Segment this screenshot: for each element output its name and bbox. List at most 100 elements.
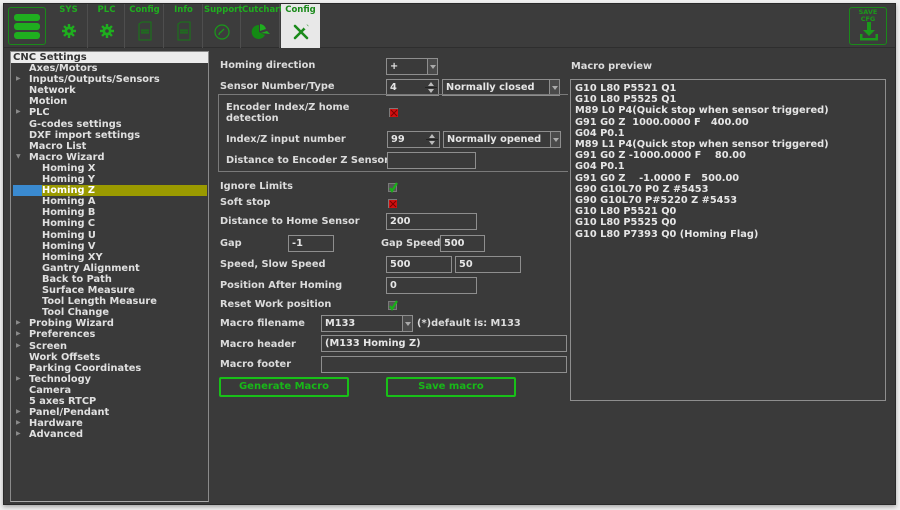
sensor-label: Sensor Number/Type [220, 81, 335, 92]
tab-plc[interactable]: PLC [89, 4, 125, 48]
macro-preview-title: Macro preview [571, 61, 653, 72]
tree-item[interactable]: Camera [29, 385, 71, 396]
sd-card-icon [138, 21, 152, 44]
tab-label: PLC [97, 5, 116, 15]
tab-label: Config [285, 5, 316, 15]
tree-item[interactable]: DXF import settings [29, 130, 140, 141]
tree-item[interactable]: Macro Wizard [29, 152, 104, 163]
chevron-down-icon [549, 80, 559, 95]
tree-item[interactable]: Surface Measure [42, 285, 135, 296]
tree-item[interactable]: Homing X [42, 163, 95, 174]
tree-item[interactable]: Homing C [42, 218, 95, 229]
save-cfg-label: SAVE CFG [858, 8, 878, 23]
tree-item[interactable]: PLC [29, 107, 50, 118]
expand-arrow-right-icon[interactable]: ▶ [16, 319, 21, 326]
tree-header[interactable]: CNC Settings [11, 52, 208, 63]
slow-speed-input[interactable]: 50 [455, 256, 521, 273]
preview-line: G10 L80 P5521 Q1 [575, 83, 677, 94]
tree-item[interactable]: Back to Path [42, 274, 112, 285]
preview-line: G91 G0 Z -1000.0000 F 80.00 [575, 150, 746, 162]
tree-item[interactable]: Homing V [42, 241, 95, 252]
tree-item[interactable]: Technology [29, 374, 91, 385]
distance-encoder-label: Distance to Encoder Z Sensor [226, 155, 389, 166]
expand-arrow-right-icon[interactable]: ▶ [16, 408, 21, 415]
tab-support[interactable]: Support [204, 4, 242, 48]
sensor-number-value: 4 [390, 82, 397, 93]
tree-item[interactable]: Probing Wizard [29, 318, 114, 329]
macro-footer-label: Macro footer [220, 359, 292, 370]
tab-info[interactable]: Info [165, 4, 203, 48]
tree-item[interactable]: Hardware [29, 418, 83, 429]
tree-item[interactable]: Axes/Motors [29, 63, 98, 74]
tree-item[interactable]: Homing Y [42, 174, 95, 185]
encoder-index-label: Encoder Index/Z home detection [226, 102, 350, 124]
tree-item[interactable]: Gantry Alignment [42, 263, 140, 274]
tree-item[interactable]: Motion [29, 96, 67, 107]
soft-stop-checkbox[interactable] [388, 199, 397, 208]
reset-work-checkbox[interactable] [388, 300, 398, 311]
position-after-input[interactable]: 0 [386, 277, 477, 294]
settings-tree[interactable]: CNC Settings Axes/Motors ▶ Inputs/Outputs/… [10, 51, 209, 502]
tree-item[interactable]: Macro List [29, 141, 86, 152]
macro-preview-textarea[interactable]: G10 L80 P5521 Q1 G10 L80 P5525 Q1 M89 L0 P… [570, 79, 886, 401]
gap-input[interactable]: -1 [288, 235, 334, 252]
tree-item[interactable]: G-codes settings [29, 119, 122, 130]
spinner-arrows-icon[interactable] [424, 80, 438, 95]
tab-label: Cutchart [242, 5, 284, 15]
tree-item[interactable]: Homing Z [42, 185, 95, 196]
macro-footer-input[interactable] [321, 356, 567, 373]
tab-label: Config [129, 5, 160, 15]
tab-config-card[interactable]: Config [126, 4, 164, 48]
sensor-type-value: Normally closed [446, 82, 535, 93]
spinner-arrows-icon[interactable] [425, 132, 439, 147]
top-toolbar: SYS PLC Config Info Support Cutchart Con… [4, 4, 895, 48]
preview-line: G10 L80 P5525 Q1 [575, 94, 677, 106]
expand-arrow-right-icon[interactable]: ▶ [16, 108, 21, 115]
tree-item[interactable]: Homing XY [42, 252, 103, 263]
tree-item[interactable]: Tool Change [42, 307, 109, 318]
pie-chart-icon [251, 24, 271, 43]
chevron-down-icon [427, 59, 437, 74]
encoder-group: Encoder Index/Z home detection Index/Z in… [218, 94, 568, 172]
tab-sys[interactable]: SYS [50, 4, 88, 48]
macro-header-input[interactable]: (M133 Homing Z) [321, 335, 567, 352]
tree-item[interactable]: Preferences [29, 329, 95, 340]
macro-filename-value: M133 [325, 318, 356, 329]
save-config-button[interactable]: SAVE CFG [849, 7, 887, 45]
tree-item[interactable]: 5 axes RTCP [29, 396, 96, 407]
macro-filename-combo[interactable]: M133 [321, 315, 413, 332]
encoder-index-checkbox[interactable] [389, 108, 398, 117]
expand-arrow-right-icon[interactable]: ▶ [16, 330, 21, 337]
tab-config-active[interactable]: Config [281, 4, 320, 48]
tree-item[interactable]: Network [29, 85, 76, 96]
tree-item[interactable]: Parking Coordinates [29, 363, 141, 374]
expand-arrow-right-icon[interactable]: ▶ [16, 430, 21, 437]
gap-speed-input[interactable]: 500 [440, 235, 485, 252]
tools-icon [293, 24, 309, 43]
tree-item[interactable]: Work Offsets [29, 352, 100, 363]
expand-arrow-right-icon[interactable]: ▶ [16, 75, 21, 82]
tree-item[interactable]: Advanced [29, 429, 83, 440]
tree-item[interactable]: Homing A [42, 196, 95, 207]
tree-item[interactable]: Screen [29, 341, 67, 352]
tree-item[interactable]: Inputs/Outputs/Sensors [29, 74, 160, 85]
save-macro-button[interactable]: Save macro [386, 377, 516, 397]
tab-cutchart[interactable]: Cutchart [242, 4, 284, 48]
tree-item[interactable]: Homing U [42, 230, 96, 241]
index-type-dropdown[interactable]: Normally opened [443, 131, 561, 148]
tree-item[interactable]: Panel/Pendant [29, 407, 109, 418]
ignore-limits-checkbox[interactable] [388, 182, 398, 193]
expand-arrow-right-icon[interactable]: ▶ [16, 419, 21, 426]
expand-arrow-down-icon[interactable]: ▼ [16, 153, 21, 160]
menu-button[interactable] [8, 7, 46, 45]
distance-encoder-input[interactable] [387, 152, 476, 169]
expand-arrow-right-icon[interactable]: ▶ [16, 375, 21, 382]
tree-item[interactable]: Homing B [42, 207, 95, 218]
expand-arrow-right-icon[interactable]: ▶ [16, 342, 21, 349]
generate-macro-button[interactable]: Generate Macro [219, 377, 349, 397]
index-input-spinner[interactable]: 99 [387, 131, 440, 148]
tree-item[interactable]: Tool Length Measure [42, 296, 157, 307]
distance-home-input[interactable]: 200 [386, 213, 477, 230]
speed-input[interactable]: 500 [386, 256, 452, 273]
homing-direction-dropdown[interactable]: + [386, 58, 438, 75]
